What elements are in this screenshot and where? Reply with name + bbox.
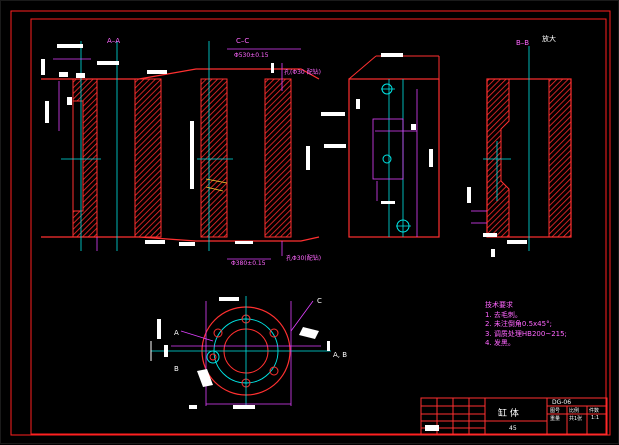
tech-item: 2. 未注倒角0.5x45°; (485, 320, 552, 328)
arrow-label-c: C (317, 297, 322, 305)
section-label-c-c: C–C (236, 37, 250, 45)
tech-title: 技术要求 (485, 301, 513, 309)
arrow-label-ab: A, B (333, 351, 348, 359)
tech-item: 4. 发黑。 (485, 339, 515, 347)
dim-top-cc: Φ530±0.15 (234, 52, 269, 59)
material: 45 (509, 425, 517, 432)
tech-item: 3. 调质处理HB200~215; (485, 329, 567, 338)
tb-cell: 共1张 (569, 416, 583, 422)
part-name: 缸 体 (498, 409, 519, 419)
bore-note-top: 孔(Φ30 配钻) (284, 69, 321, 76)
section-label-a-a: A–A (107, 37, 121, 45)
dim-bottom-cc: Φ380±0.15 (231, 260, 266, 267)
arrow-label-b: B (174, 365, 179, 373)
plan-view (150, 296, 331, 409)
tech-item: 1. 去毛刺。 (485, 310, 522, 319)
section-b-b (467, 46, 572, 257)
view-label: 放大 (542, 35, 556, 43)
tb-cell: 图号 (550, 408, 561, 414)
detail-view (321, 53, 440, 238)
drawing-number: DG-06 (552, 399, 572, 406)
cad-drawing-canvas[interactable]: A–A C–C B–B 放大 Φ530±0.15 Φ380±0.15 孔(Φ30… (0, 0, 619, 444)
tb-cell: 件数 (589, 408, 600, 414)
tb-cell: 1:1 (591, 415, 600, 421)
tb-cell: 比例 (569, 408, 580, 414)
section-label-b-b: B–B (516, 39, 530, 47)
tb-cell: 重量 (550, 416, 561, 422)
bore-note-bottom: 孔Φ30(配钻) (286, 255, 322, 262)
section-a-a (41, 41, 320, 260)
technical-requirements: 技术要求 1. 去毛刺。 2. 未注倒角0.5x45°; 3. 调质处理HB20… (485, 301, 567, 349)
arrow-label-a: A (174, 329, 179, 337)
